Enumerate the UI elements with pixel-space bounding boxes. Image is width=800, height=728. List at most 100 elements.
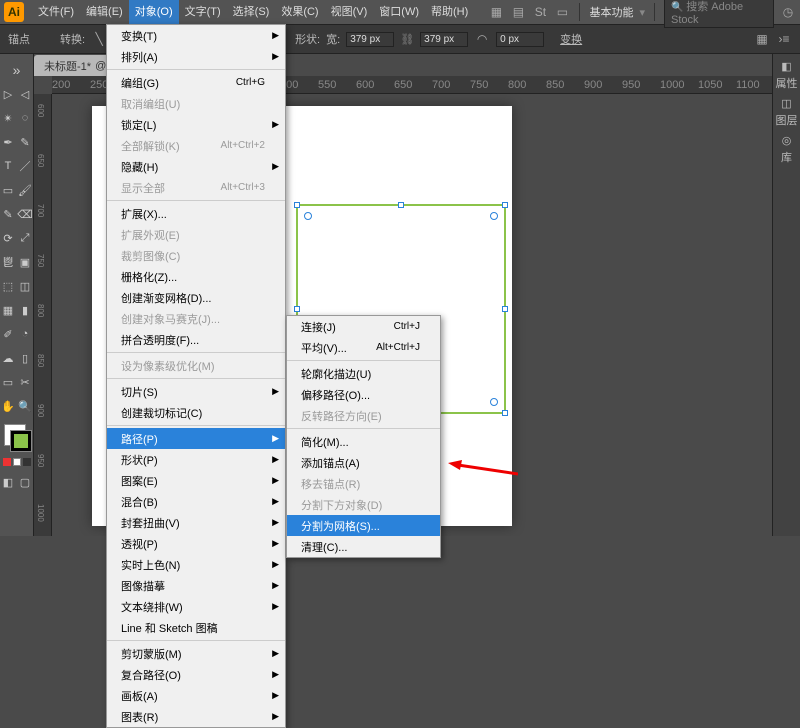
symbol-graph-tools[interactable]: ☁▯ [0, 346, 34, 370]
right-panel: ◧属性 ◫图层 ◎库 [772, 54, 800, 536]
resize-handle[interactable] [502, 410, 508, 416]
more-icon[interactable]: ›≡ [776, 31, 792, 47]
menu-item-图表R[interactable]: 图表(R)▶ [107, 706, 285, 727]
panel-图层[interactable]: ◫图层 [776, 97, 798, 128]
menu-帮助[interactable]: 帮助(H) [425, 0, 474, 24]
menu-item-隐藏H[interactable]: 隐藏(H)▶ [107, 156, 285, 177]
width-label: 宽: [326, 31, 340, 47]
resize-handle[interactable] [294, 306, 300, 312]
menu-文字[interactable]: 文字(T) [179, 0, 227, 24]
resize-handle[interactable] [502, 306, 508, 312]
screen-mode-tools[interactable]: ◧▢ [0, 470, 34, 494]
menu-item-创建裁切标记C[interactable]: 创建裁切标记(C) [107, 402, 285, 423]
doc-setup-icon[interactable]: ▤ [510, 4, 526, 20]
menu-item-裁剪图像C: 裁剪图像(C) [107, 245, 285, 266]
document-tab-title: 未标题-1* [44, 58, 91, 74]
corner-input[interactable] [496, 32, 544, 47]
menu-item-显示全部: 显示全部Alt+Ctrl+3 [107, 177, 285, 198]
height-input[interactable] [420, 32, 468, 47]
menu-item-编组G[interactable]: 编组(G)Ctrl+G [107, 72, 285, 93]
panel-库[interactable]: ◎库 [781, 134, 792, 165]
menu-item-形状P[interactable]: 形状(P)▶ [107, 449, 285, 470]
eyedropper-blend-tools[interactable]: ✐◔ [0, 322, 34, 346]
menu-item-透视P[interactable]: 透视(P)▶ [107, 533, 285, 554]
corner-widget[interactable] [304, 212, 312, 220]
corner-widget[interactable] [490, 212, 498, 220]
sync-icon[interactable]: ◷ [780, 4, 796, 20]
menu-item-复合路径O[interactable]: 复合路径(O)▶ [107, 664, 285, 685]
menu-item-设为像素级优化M: 设为像素级优化(M) [107, 355, 285, 376]
menu-item-清理C[interactable]: 清理(C)... [287, 536, 440, 557]
resize-handle[interactable] [398, 202, 404, 208]
menu-文件[interactable]: 文件(F) [32, 0, 80, 24]
artboard-slice-tools[interactable]: ▭✂ [0, 370, 34, 394]
workspace-switcher[interactable]: 基本功能 [589, 4, 633, 20]
menu-编辑[interactable]: 编辑(E) [80, 0, 129, 24]
menu-item-文本绕排W[interactable]: 文本绕排(W)▶ [107, 596, 285, 617]
pencil-eraser-tools[interactable]: ✎⌫ [0, 202, 34, 226]
menu-窗口[interactable]: 窗口(W) [373, 0, 425, 24]
menu-item-剪切蒙版M[interactable]: 剪切蒙版(M)▶ [107, 643, 285, 664]
menu-item-变换T[interactable]: 变换(T)▶ [107, 25, 285, 46]
selection-tools[interactable]: ▷◁ [0, 82, 34, 106]
corner-icon[interactable]: ╲ [91, 31, 107, 47]
collapse-icon[interactable]: » [3, 58, 31, 82]
menu-item-分割为网格S[interactable]: 分割为网格(S)... [287, 515, 440, 536]
menu-效果[interactable]: 效果(C) [275, 0, 324, 24]
menu-item-偏移路径O[interactable]: 偏移路径(O)... [287, 384, 440, 405]
mesh-gradient-tools[interactable]: ▦▮ [0, 298, 34, 322]
corner-widget[interactable] [490, 398, 498, 406]
rotate-scale-tools[interactable]: ⟳⤢ [0, 226, 34, 250]
menu-item-图案E[interactable]: 图案(E)▶ [107, 470, 285, 491]
menu-item-排列A[interactable]: 排列(A)▶ [107, 46, 285, 67]
menu-item-拼合透明度F[interactable]: 拼合透明度(F)... [107, 329, 285, 350]
document-tab-zoom: @ [95, 60, 106, 72]
resize-handle[interactable] [294, 202, 300, 208]
menu-item-轮廓化描边U[interactable]: 轮廓化描边(U) [287, 363, 440, 384]
rect-brush-tools[interactable]: ▭🖌 [0, 178, 34, 202]
menu-item-连接J[interactable]: 连接(J)Ctrl+J [287, 316, 440, 337]
menu-item-切片S[interactable]: 切片(S)▶ [107, 381, 285, 402]
menu-item-扩展X[interactable]: 扩展(X)... [107, 203, 285, 224]
adobe-stock-search[interactable]: 🔍 搜索 Adobe Stock [664, 0, 774, 28]
transform-link[interactable]: 变换 [560, 31, 582, 47]
menu-item-添加锚点A[interactable]: 添加锚点(A) [287, 452, 440, 473]
shapebuilder-perspective-tools[interactable]: ⬚◫ [0, 274, 34, 298]
link-wh-icon[interactable]: ⛓ [400, 33, 414, 46]
width-freetransform-tools[interactable]: ⾿▣ [0, 250, 34, 274]
ruler-vertical: 6006507007508008509009501000 [34, 94, 52, 536]
menu-选择[interactable]: 选择(S) [227, 0, 276, 24]
layout-icon[interactable]: ▦ [488, 4, 504, 20]
menu-item-实时上色N[interactable]: 实时上色(N)▶ [107, 554, 285, 575]
menu-对象[interactable]: 对象(O) [129, 0, 179, 24]
width-input[interactable] [346, 32, 394, 47]
main-menu: 文件(F)编辑(E)对象(O)文字(T)选择(S)效果(C)视图(V)窗口(W)… [32, 0, 474, 24]
menu-item-Line 和 Sketch 图稿[interactable]: Line 和 Sketch 图稿 [107, 617, 285, 638]
arrange-icon[interactable]: ▭ [554, 4, 570, 20]
type-line-tools[interactable]: T／ [0, 154, 34, 178]
pen-curvature-tools[interactable]: ✒✎ [0, 130, 34, 154]
menu-item-简化M[interactable]: 简化(M)... [287, 431, 440, 452]
menu-item-平均V[interactable]: 平均(V)...Alt+Ctrl+J [287, 337, 440, 358]
menu-item-栅格化Z[interactable]: 栅格化(Z)... [107, 266, 285, 287]
color-mode-icons[interactable] [3, 458, 31, 466]
panel-属性[interactable]: ◧属性 [776, 60, 798, 91]
menu-item-封套扭曲V[interactable]: 封套扭曲(V)▶ [107, 512, 285, 533]
align-icon[interactable]: ▦ [754, 31, 770, 47]
menu-item-图像描摹[interactable]: 图像描摹▶ [107, 575, 285, 596]
separator [579, 3, 580, 21]
menu-item-路径P[interactable]: 路径(P)▶ [107, 428, 285, 449]
text-icon[interactable]: St [532, 4, 548, 20]
wand-lasso-tools[interactable]: ✴◌ [0, 106, 34, 130]
menu-item-混合B[interactable]: 混合(B)▶ [107, 491, 285, 512]
menu-item-创建渐变网格D[interactable]: 创建渐变网格(D)... [107, 287, 285, 308]
menu-item-全部解锁K: 全部解锁(K)Alt+Ctrl+2 [107, 135, 285, 156]
corner-radius-icon[interactable]: ◠ [474, 31, 490, 47]
menu-item-移去锚点R: 移去锚点(R) [287, 473, 440, 494]
menu-视图[interactable]: 视图(V) [325, 0, 374, 24]
menu-item-画板A[interactable]: 画板(A)▶ [107, 685, 285, 706]
hand-zoom-tools[interactable]: ✋🔍 [0, 394, 34, 418]
fill-stroke-swatch[interactable] [4, 424, 30, 450]
menu-item-锁定L[interactable]: 锁定(L)▶ [107, 114, 285, 135]
resize-handle[interactable] [502, 202, 508, 208]
